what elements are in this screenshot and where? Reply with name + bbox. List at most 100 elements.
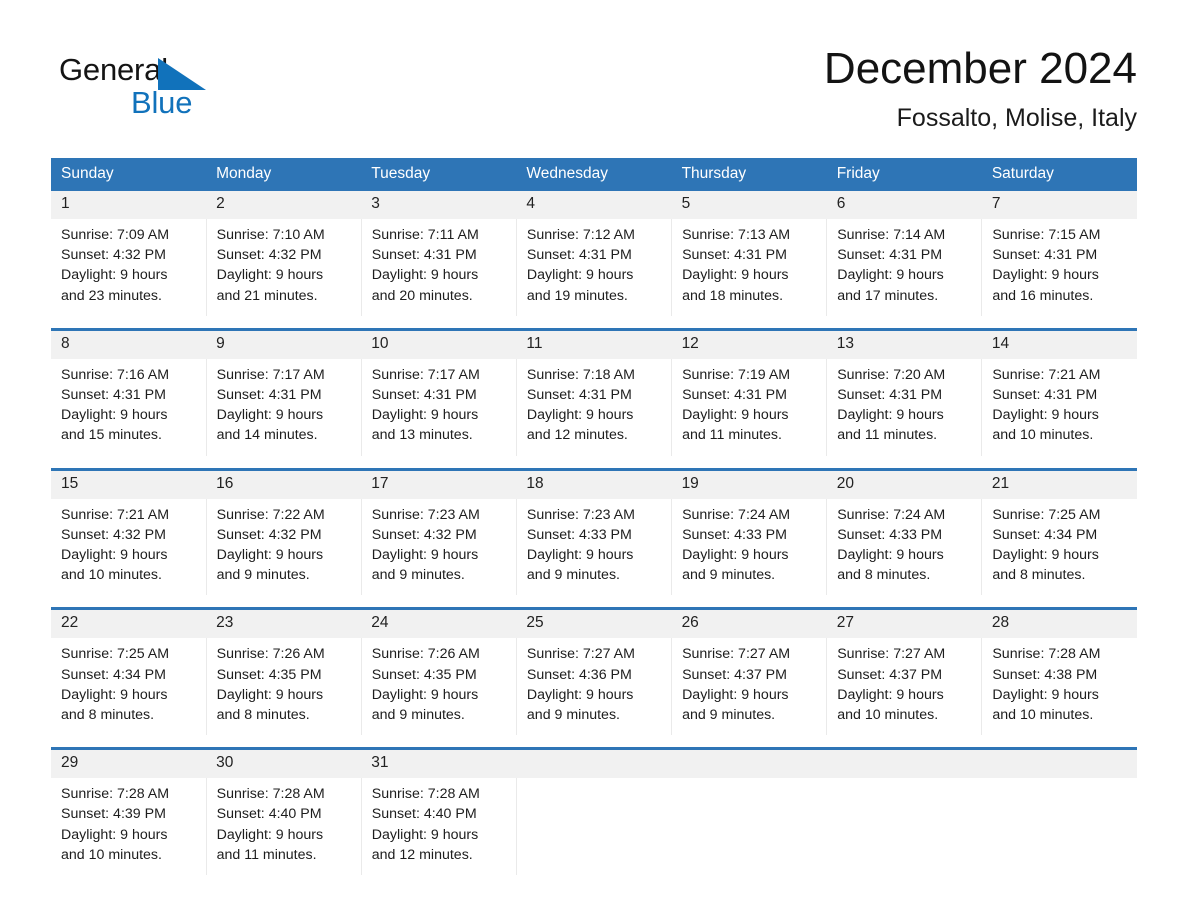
- day-number[interactable]: 27: [826, 610, 982, 639]
- day-number[interactable]: 29: [51, 750, 207, 779]
- week-row-daynumbers: 1 2 3 4 5 6 7: [51, 191, 1137, 219]
- day-cell[interactable]: Sunrise: 7:14 AM Sunset: 4:31 PM Dayligh…: [826, 219, 983, 316]
- sunrise-text: Sunrise: 7:10 AM: [216, 227, 325, 243]
- day-cell[interactable]: Sunrise: 7:28 AM Sunset: 4:40 PM Dayligh…: [206, 778, 362, 876]
- day-cell-empty: [516, 778, 672, 876]
- day-cell[interactable]: Sunrise: 7:16 AM Sunset: 4:31 PM Dayligh…: [51, 358, 207, 456]
- day-cell[interactable]: Sunrise: 7:22 AM Sunset: 4:32 PM Dayligh…: [206, 498, 362, 596]
- day-cell[interactable]: Sunrise: 7:25 AM Sunset: 4:34 PM Dayligh…: [981, 498, 1137, 596]
- general-blue-logo[interactable]: General Blue: [59, 52, 259, 132]
- day-number[interactable]: 11: [516, 330, 672, 359]
- daylight-text-line2: and 10 minutes.: [837, 707, 939, 724]
- day-number[interactable]: 8: [51, 330, 207, 359]
- day-number[interactable]: 2: [206, 191, 362, 219]
- daylight-text-line2: and 15 minutes.: [61, 427, 162, 444]
- day-cell[interactable]: Sunrise: 7:28 AM Sunset: 4:39 PM Dayligh…: [51, 778, 207, 876]
- sunrise-text: Sunrise: 7:28 AM: [992, 646, 1101, 663]
- day-number[interactable]: 1: [51, 191, 207, 219]
- weekday-header-sunday: Sunday: [51, 158, 207, 191]
- day-number[interactable]: 4: [516, 191, 672, 219]
- daylight-text-line1: Daylight: 9 hours: [61, 267, 168, 284]
- day-cell[interactable]: Sunrise: 7:17 AM Sunset: 4:31 PM Dayligh…: [206, 358, 362, 456]
- day-number[interactable]: 26: [671, 610, 827, 639]
- day-cell[interactable]: Sunrise: 7:21 AM Sunset: 4:31 PM Dayligh…: [981, 358, 1137, 456]
- sunset-text: Sunset: 4:31 PM: [526, 247, 632, 264]
- sunset-text: Sunset: 4:31 PM: [371, 247, 477, 264]
- day-cell-empty: [671, 778, 827, 876]
- day-number[interactable]: 22: [51, 610, 207, 639]
- day-number[interactable]: 23: [206, 610, 362, 639]
- sunset-text: Sunset: 4:33 PM: [682, 526, 787, 543]
- day-cell[interactable]: Sunrise: 7:12 AM Sunset: 4:31 PM Dayligh…: [516, 219, 673, 316]
- day-number[interactable]: 25: [516, 610, 672, 639]
- daylight-text-line1: Daylight: 9 hours: [371, 686, 479, 703]
- day-cell[interactable]: Sunrise: 7:25 AM Sunset: 4:34 PM Dayligh…: [51, 638, 207, 736]
- day-cell[interactable]: Sunrise: 7:09 AM Sunset: 4:32 PM Dayligh…: [51, 219, 207, 316]
- day-number[interactable]: 31: [361, 750, 517, 779]
- sunrise-text: Sunrise: 7:23 AM: [371, 506, 480, 523]
- logo-text-general: General: [59, 52, 168, 87]
- daylight-text-line2: and 11 minutes.: [837, 427, 938, 444]
- day-number[interactable]: 20: [826, 470, 982, 499]
- day-cell[interactable]: Sunrise: 7:17 AM Sunset: 4:31 PM Dayligh…: [361, 358, 517, 456]
- day-cell[interactable]: Sunrise: 7:13 AM Sunset: 4:31 PM Dayligh…: [671, 219, 828, 316]
- sunrise-text: Sunrise: 7:25 AM: [61, 646, 170, 663]
- daylight-text-line1: Daylight: 9 hours: [216, 267, 324, 284]
- daylight-text-line1: Daylight: 9 hours: [682, 686, 789, 703]
- day-cell[interactable]: Sunrise: 7:27 AM Sunset: 4:37 PM Dayligh…: [826, 638, 983, 736]
- day-cell[interactable]: Sunrise: 7:10 AM Sunset: 4:32 PM Dayligh…: [206, 219, 362, 316]
- sunrise-text: Sunrise: 7:15 AM: [992, 227, 1101, 243]
- day-number[interactable]: 14: [981, 330, 1137, 359]
- day-number[interactable]: 28: [981, 610, 1137, 639]
- day-number[interactable]: 30: [206, 750, 362, 779]
- day-cell[interactable]: Sunrise: 7:26 AM Sunset: 4:35 PM Dayligh…: [361, 638, 517, 736]
- day-number[interactable]: 15: [51, 470, 207, 499]
- sunrise-text: Sunrise: 7:13 AM: [682, 227, 791, 243]
- sunrise-text: Sunrise: 7:21 AM: [992, 366, 1101, 383]
- week-row-details: Sunrise: 7:21 AM Sunset: 4:32 PM Dayligh…: [51, 498, 1137, 596]
- day-cell[interactable]: Sunrise: 7:18 AM Sunset: 4:31 PM Dayligh…: [516, 358, 673, 456]
- day-cell[interactable]: Sunrise: 7:27 AM Sunset: 4:37 PM Dayligh…: [671, 638, 828, 736]
- day-number[interactable]: 12: [671, 330, 827, 359]
- day-number[interactable]: 7: [981, 191, 1137, 219]
- daylight-text-line1: Daylight: 9 hours: [992, 686, 1099, 703]
- day-number[interactable]: 19: [671, 470, 827, 499]
- page-title: December 2024: [823, 44, 1137, 93]
- day-number[interactable]: 5: [671, 191, 827, 219]
- daylight-text-line2: and 10 minutes.: [61, 567, 162, 584]
- day-cell[interactable]: Sunrise: 7:23 AM Sunset: 4:33 PM Dayligh…: [516, 498, 673, 596]
- day-cell[interactable]: Sunrise: 7:15 AM Sunset: 4:31 PM Dayligh…: [981, 219, 1137, 316]
- day-number[interactable]: 3: [361, 191, 517, 219]
- daylight-text-line1: Daylight: 9 hours: [216, 547, 324, 564]
- day-number[interactable]: 17: [361, 470, 517, 499]
- day-cell[interactable]: Sunrise: 7:27 AM Sunset: 4:36 PM Dayligh…: [516, 638, 673, 736]
- day-number[interactable]: 21: [981, 470, 1137, 499]
- day-number[interactable]: 13: [826, 330, 982, 359]
- day-cell[interactable]: Sunrise: 7:20 AM Sunset: 4:31 PM Dayligh…: [826, 358, 983, 456]
- day-number[interactable]: 16: [206, 470, 362, 499]
- sunset-text: Sunset: 4:40 PM: [216, 806, 322, 823]
- day-number[interactable]: 18: [516, 470, 672, 499]
- day-number[interactable]: 9: [206, 330, 362, 359]
- day-cell[interactable]: Sunrise: 7:28 AM Sunset: 4:38 PM Dayligh…: [981, 638, 1137, 736]
- daylight-text-line2: and 17 minutes.: [837, 287, 939, 304]
- day-cell[interactable]: Sunrise: 7:11 AM Sunset: 4:31 PM Dayligh…: [361, 219, 517, 316]
- day-cell[interactable]: Sunrise: 7:24 AM Sunset: 4:33 PM Dayligh…: [671, 498, 828, 596]
- sunrise-text: Sunrise: 7:18 AM: [526, 366, 635, 383]
- daylight-text-line1: Daylight: 9 hours: [371, 267, 479, 284]
- week-gap: [51, 735, 1137, 748]
- day-number[interactable]: 10: [361, 330, 517, 359]
- day-number[interactable]: 6: [826, 191, 982, 219]
- week-row-daynumbers: 29 30 31: [51, 750, 1137, 779]
- day-cell[interactable]: Sunrise: 7:21 AM Sunset: 4:32 PM Dayligh…: [51, 498, 207, 596]
- day-cell[interactable]: Sunrise: 7:24 AM Sunset: 4:33 PM Dayligh…: [826, 498, 983, 596]
- sunset-text: Sunset: 4:36 PM: [526, 666, 632, 683]
- daylight-text-line1: Daylight: 9 hours: [682, 267, 789, 284]
- day-cell[interactable]: Sunrise: 7:19 AM Sunset: 4:31 PM Dayligh…: [671, 358, 828, 456]
- day-cell[interactable]: Sunrise: 7:28 AM Sunset: 4:40 PM Dayligh…: [361, 778, 517, 876]
- daylight-text-line2: and 11 minutes.: [682, 427, 782, 444]
- day-cell[interactable]: Sunrise: 7:23 AM Sunset: 4:32 PM Dayligh…: [361, 498, 517, 596]
- sunrise-text: Sunrise: 7:11 AM: [371, 227, 479, 243]
- day-cell[interactable]: Sunrise: 7:26 AM Sunset: 4:35 PM Dayligh…: [206, 638, 362, 736]
- day-number[interactable]: 24: [361, 610, 517, 639]
